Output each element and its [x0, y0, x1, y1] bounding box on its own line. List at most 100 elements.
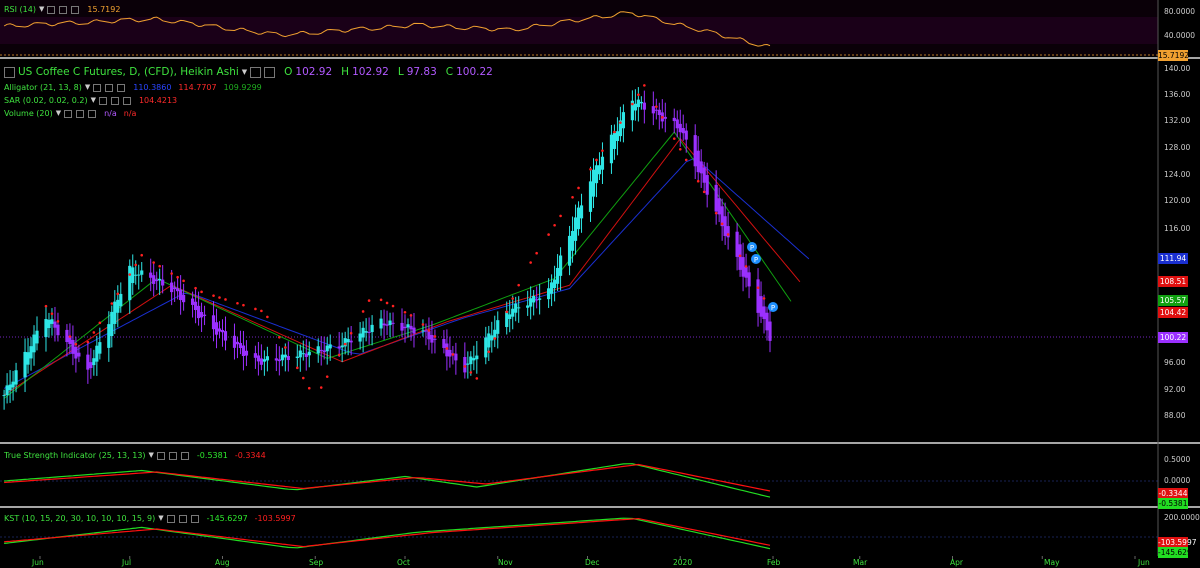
- visibility-icon[interactable]: [166, 514, 175, 523]
- tsi-ytick: 0.0000: [1164, 476, 1191, 485]
- candle-body: [238, 343, 243, 349]
- candle-body: [244, 350, 249, 356]
- sar-dot: [637, 93, 640, 97]
- settings-icon[interactable]: [264, 67, 276, 78]
- collapse-icon[interactable]: [4, 67, 15, 78]
- sar-dot: [278, 335, 281, 339]
- rsi-legend[interactable]: RSI (14) ▼ 15.7192: [4, 4, 120, 15]
- main-legend[interactable]: US Coffee C Futures, D, (CFD), Heikin As…: [4, 66, 493, 79]
- sar-dot: [92, 331, 96, 334]
- chevron-down-icon[interactable]: ▼: [149, 450, 154, 461]
- tsi-plot: [4, 463, 771, 498]
- candle-body: [600, 156, 605, 170]
- candle-body: [400, 322, 404, 331]
- close-icon[interactable]: [180, 451, 189, 460]
- sar-dot: [726, 233, 730, 236]
- y-tick-label: 96.00: [1164, 358, 1186, 367]
- sar-dot: [44, 304, 48, 308]
- sar-dot: [343, 342, 347, 346]
- tsi-legend[interactable]: True Strength Indicator (25, 13, 13) ▼ -…: [4, 450, 266, 461]
- close-icon[interactable]: [88, 109, 97, 118]
- sar-dot: [714, 211, 718, 215]
- visibility-icon[interactable]: [156, 451, 165, 460]
- sar-dot: [254, 307, 257, 311]
- sar-dot: [613, 130, 616, 134]
- candle-body: [280, 354, 284, 361]
- sar-dot: [158, 264, 161, 268]
- candle-body: [651, 106, 655, 114]
- sar-dot: [212, 294, 215, 297]
- close-icon[interactable]: [190, 514, 199, 523]
- candle-body: [514, 303, 518, 313]
- candle-body: [427, 330, 431, 340]
- alligator-legend[interactable]: Alligator (21, 13, 8) ▼ 110.3860 114.770…: [4, 82, 262, 93]
- settings-icon[interactable]: [110, 96, 119, 105]
- close-icon[interactable]: [71, 5, 80, 14]
- chevron-down-icon[interactable]: ▼: [158, 513, 163, 524]
- candle-body: [44, 318, 48, 338]
- candle-body: [475, 355, 479, 360]
- candle-body: [759, 296, 763, 317]
- chevron-down-icon[interactable]: ▼: [56, 108, 61, 119]
- volume-name: Volume (20): [4, 109, 53, 118]
- candle-body: [5, 385, 9, 396]
- candle-body: [98, 342, 102, 354]
- settings-icon[interactable]: [76, 109, 85, 118]
- candle-body: [535, 299, 539, 301]
- candle-body: [2, 395, 6, 397]
- jaw-tag: 111.94: [1158, 253, 1188, 264]
- alligator-teeth-value: 114.7707: [178, 83, 217, 92]
- settings-icon[interactable]: [105, 83, 114, 92]
- sar-dots: [44, 84, 772, 390]
- close-icon[interactable]: [122, 96, 131, 105]
- settings-icon[interactable]: [168, 451, 177, 460]
- candle-body: [95, 345, 99, 362]
- sar-legend[interactable]: SAR (0.02, 0.02, 0.2) ▼ 104.4213: [4, 95, 177, 106]
- volume-value-2: n/a: [123, 109, 137, 118]
- candle-body: [358, 333, 362, 342]
- kst-ytick: 200.0000: [1164, 513, 1200, 522]
- sar-dot: [349, 331, 353, 335]
- candle-body: [612, 133, 617, 149]
- y-tick-label: 116.00: [1164, 224, 1191, 233]
- candle-body: [424, 330, 428, 332]
- candle-body: [14, 370, 18, 385]
- sar-dot: [68, 335, 72, 338]
- visibility-icon[interactable]: [250, 67, 262, 78]
- chevron-down-icon[interactable]: ▼: [242, 66, 247, 79]
- candle-body: [199, 311, 204, 318]
- sar-dot: [529, 261, 532, 264]
- settings-icon[interactable]: [59, 5, 68, 14]
- visibility-icon[interactable]: [98, 96, 107, 105]
- candle-body: [211, 315, 216, 330]
- volume-legend[interactable]: Volume (20) ▼ n/a n/a: [4, 108, 136, 119]
- sar-dot: [409, 314, 413, 317]
- candle-body: [134, 274, 138, 276]
- visibility-icon[interactable]: [64, 109, 73, 118]
- chevron-down-icon[interactable]: ▼: [39, 4, 44, 15]
- candle-body: [301, 353, 305, 355]
- kst-legend[interactable]: KST (10, 15, 20, 30, 10, 10, 10, 15, 9) …: [4, 513, 296, 524]
- sar-dot: [50, 312, 54, 316]
- candle-body: [349, 340, 353, 343]
- rsi-value: 15.7192: [87, 5, 121, 14]
- visibility-icon[interactable]: [47, 5, 56, 14]
- alligator-lips-value: 109.9299: [223, 83, 262, 92]
- teeth-tag: 108.51: [1158, 276, 1188, 287]
- candle-body: [262, 359, 266, 362]
- chevron-down-icon[interactable]: ▼: [85, 82, 90, 93]
- candle-body: [214, 322, 219, 335]
- rsi-ytick: 40.0000: [1164, 31, 1196, 40]
- settings-icon[interactable]: [178, 514, 187, 523]
- sar-dot: [589, 168, 592, 171]
- chevron-down-icon[interactable]: ▼: [91, 95, 96, 106]
- close-icon[interactable]: [117, 83, 126, 92]
- low-value: 97.83: [406, 66, 437, 78]
- candle-body: [388, 320, 392, 326]
- visibility-icon[interactable]: [93, 83, 102, 92]
- candle-body: [681, 128, 685, 134]
- sar-dot: [74, 342, 78, 346]
- low-label: L: [397, 66, 404, 78]
- candle-body: [298, 350, 302, 358]
- candle-body: [433, 338, 437, 340]
